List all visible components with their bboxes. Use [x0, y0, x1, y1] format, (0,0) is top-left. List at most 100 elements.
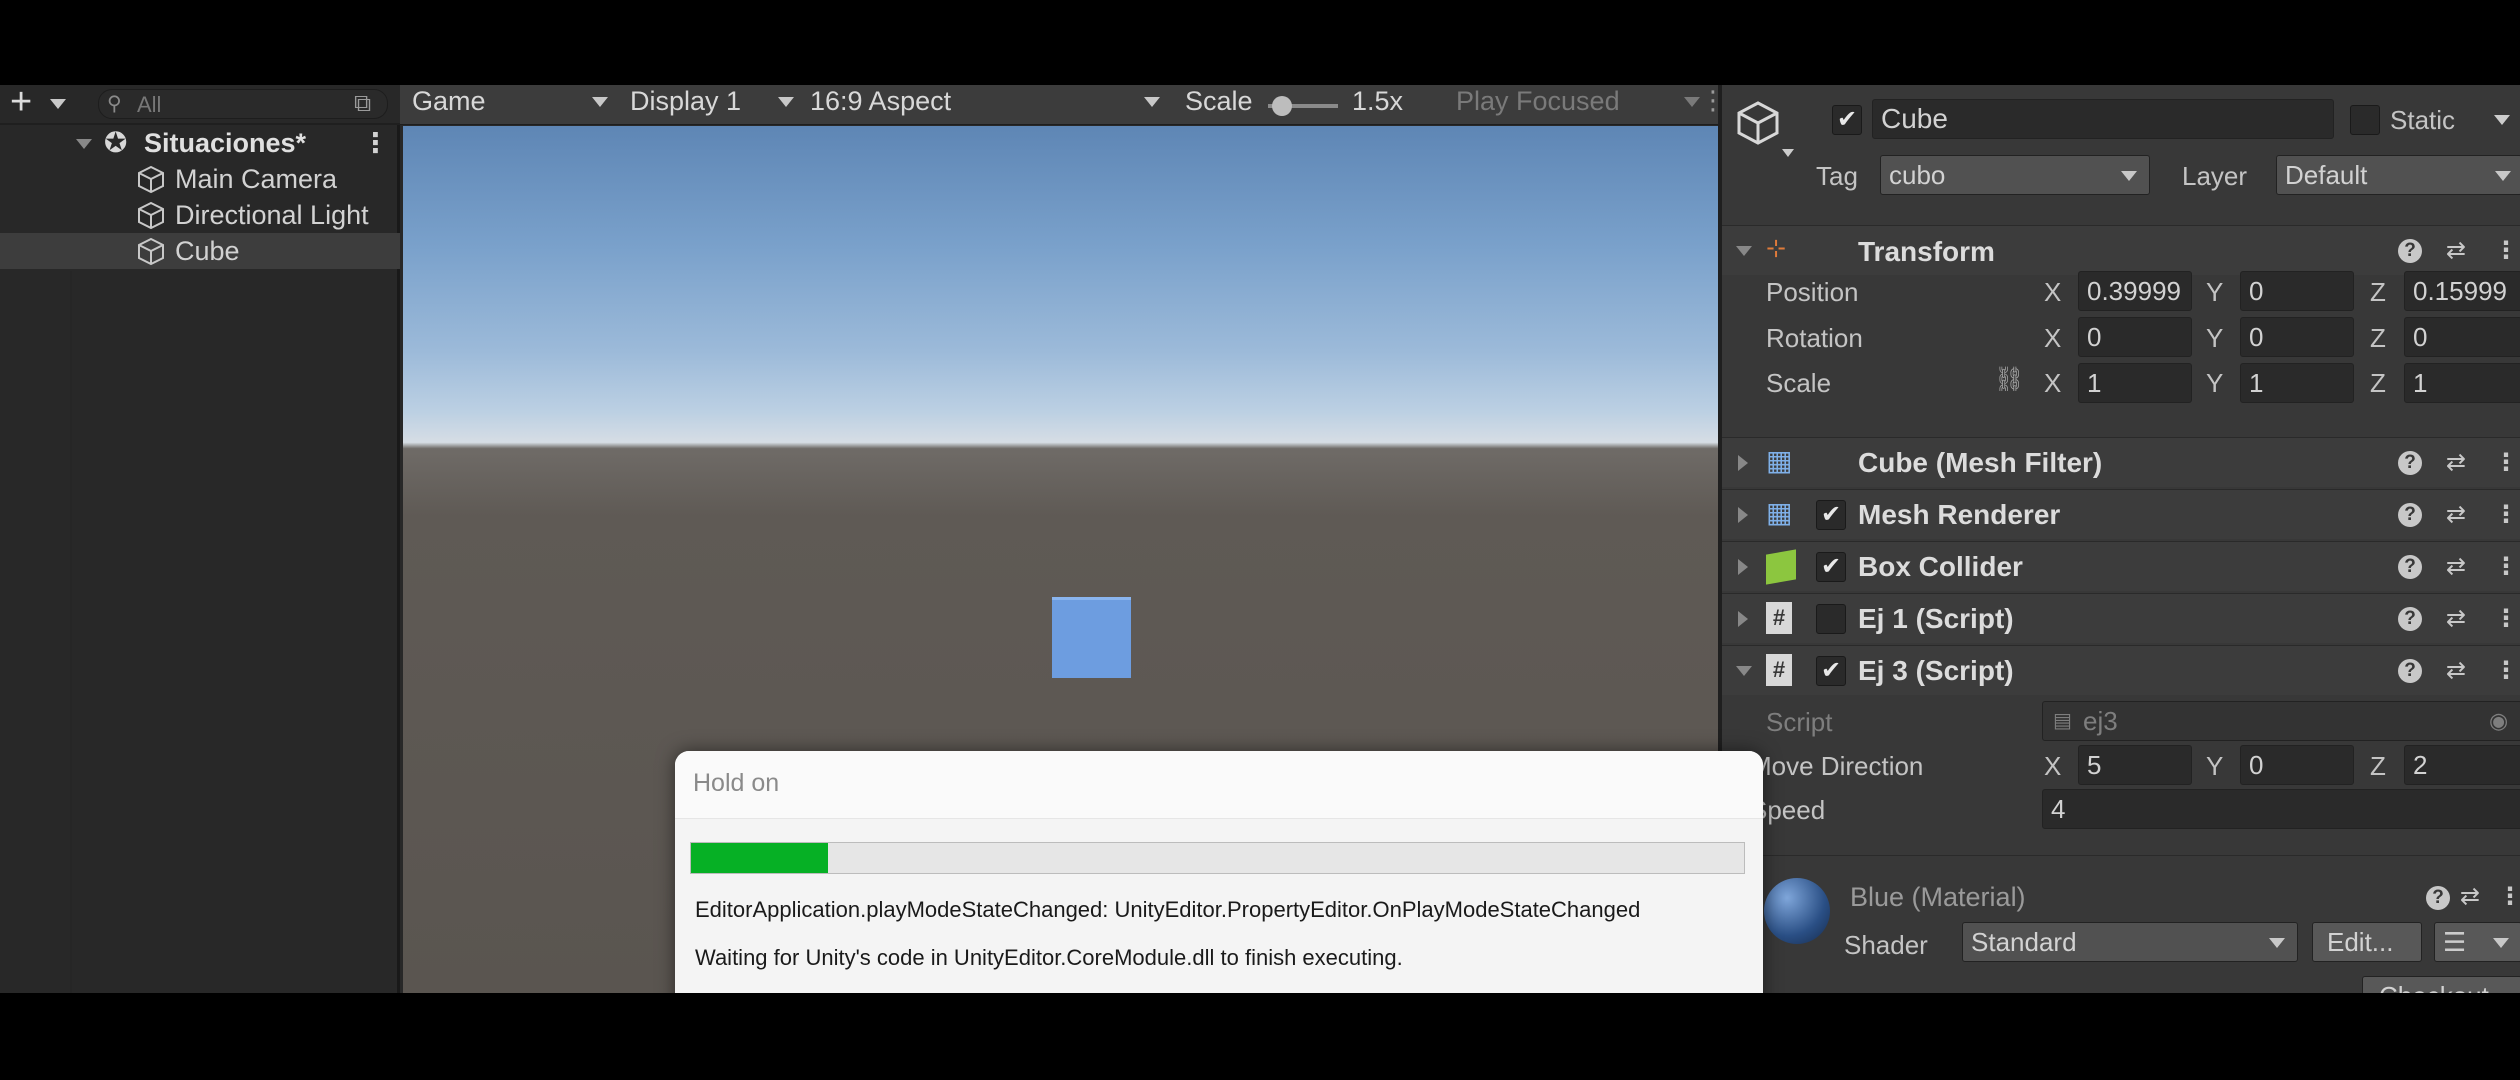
preset-icon[interactable]: ⇄: [2446, 656, 2466, 685]
script-file-icon: ▤: [2053, 710, 2072, 732]
collapse-arrow-icon[interactable]: [76, 139, 92, 149]
position-y-field[interactable]: 0: [2240, 271, 2354, 311]
chevron-down-icon: [2121, 171, 2137, 181]
position-z-field[interactable]: 0.15999: [2404, 271, 2520, 311]
move-direction-label: Move Direction: [1750, 751, 1924, 781]
box-collider-checkbox[interactable]: ✔: [1816, 552, 1846, 582]
static-checkbox[interactable]: [2350, 105, 2380, 135]
unity-scene-icon: ✪: [104, 127, 128, 158]
object-name-field[interactable]: Cube: [1872, 99, 2334, 139]
dialog-progress-fill: [691, 843, 828, 873]
scale-y-field[interactable]: 1: [2240, 363, 2354, 403]
add-button[interactable]: +: [10, 85, 32, 124]
help-icon[interactable]: ?: [2398, 239, 2422, 263]
preset-icon[interactable]: ⇄: [2446, 604, 2466, 633]
add-dropdown-icon[interactable]: [50, 99, 66, 109]
shader-select[interactable]: Standard: [1962, 922, 2298, 962]
aspect-select[interactable]: 16:9 Aspect: [810, 85, 1170, 125]
unity-editor: + ⚲ All ⧉ ✪ Situaciones* ⋮ Main Camera D…: [0, 85, 2520, 993]
ej1-script-header[interactable]: # Ej 1 (Script) ? ⇄ ⋮: [1722, 593, 2520, 643]
preset-icon[interactable]: ⇄: [2446, 448, 2466, 477]
active-checkbox[interactable]: ✔: [1832, 105, 1862, 135]
expand-arrow-icon[interactable]: [1738, 455, 1748, 471]
collapse-arrow-icon[interactable]: [1736, 666, 1752, 676]
component-title: Cube (Mesh Filter): [1858, 447, 2103, 478]
expand-arrow-icon[interactable]: [1738, 611, 1748, 627]
scale-slider[interactable]: [1268, 96, 1338, 116]
preset-icon[interactable]: ⇄: [2446, 236, 2466, 265]
component-menu-icon[interactable]: ⋮: [2494, 656, 2518, 685]
shader-options-button[interactable]: ☰: [2434, 922, 2520, 962]
move-y-field[interactable]: 0: [2240, 745, 2354, 785]
component-menu-icon[interactable]: ⋮: [2498, 882, 2520, 911]
scale-z-field[interactable]: 1: [2404, 363, 2520, 403]
transform-header[interactable]: ⊹ Transform ? ⇄ ⋮: [1722, 225, 2520, 275]
static-dropdown-arrow[interactable]: [2494, 115, 2510, 125]
rotation-z-field[interactable]: 0: [2404, 317, 2520, 357]
help-icon[interactable]: ?: [2398, 503, 2422, 527]
scale-x-field[interactable]: 1: [2078, 363, 2192, 403]
icon-dropdown-arrow[interactable]: [1782, 149, 1794, 157]
ej3-body: Script ▤ ej3 ◉ Move Direction X 5 Y 0 Z …: [1722, 695, 2520, 855]
axis-x-label: X: [2044, 323, 2062, 353]
hierarchy-item-main-camera[interactable]: Main Camera: [0, 161, 400, 197]
speed-field[interactable]: 4: [2042, 789, 2520, 829]
expand-arrow-icon[interactable]: [1738, 507, 1748, 523]
static-label: Static: [2390, 105, 2456, 135]
preset-icon[interactable]: ⇄: [2446, 552, 2466, 581]
ej3-checkbox[interactable]: ✔: [1816, 656, 1846, 686]
axis-z-label: Z: [2370, 323, 2386, 353]
checkout-button[interactable]: Checkout: [2362, 976, 2520, 993]
rotation-y-field[interactable]: 0: [2240, 317, 2354, 357]
collapse-arrow-icon[interactable]: [1736, 246, 1752, 256]
component-menu-icon[interactable]: ⋮: [2494, 552, 2518, 581]
tag-label: Tag: [1816, 161, 1858, 191]
help-icon[interactable]: ?: [2398, 659, 2422, 683]
layer-select[interactable]: Default: [2276, 155, 2520, 195]
hierarchy-item-cube[interactable]: Cube: [0, 233, 400, 269]
component-menu-icon[interactable]: ⋮: [2494, 500, 2518, 529]
help-icon[interactable]: ?: [2398, 451, 2422, 475]
edit-shader-button[interactable]: Edit...: [2312, 922, 2422, 962]
hierarchy-search-input[interactable]: ⚲ All ⧉: [98, 89, 388, 119]
scene-menu-icon[interactable]: ⋮: [362, 125, 389, 161]
hierarchy-panel: + ⚲ All ⧉ ✪ Situaciones* ⋮ Main Camera D…: [0, 85, 400, 993]
view-select[interactable]: Game: [412, 85, 622, 125]
component-menu-icon[interactable]: ⋮: [2494, 236, 2518, 265]
hierarchy-item-directional-light[interactable]: Directional Light: [0, 197, 400, 233]
axis-x-label: X: [2044, 368, 2062, 398]
mesh-renderer-checkbox[interactable]: ✔: [1816, 500, 1846, 530]
preset-icon[interactable]: ⇄: [2446, 500, 2466, 529]
material-preview-sphere: [1764, 878, 1830, 944]
box-collider-header[interactable]: ✔ Box Collider ? ⇄ ⋮: [1722, 541, 2520, 591]
help-icon[interactable]: ?: [2398, 555, 2422, 579]
component-menu-icon[interactable]: ⋮: [2494, 448, 2518, 477]
script-label: Script: [1766, 707, 1833, 737]
ej3-script-header[interactable]: # ✔ Ej 3 (Script) ? ⇄ ⋮: [1722, 645, 2520, 695]
hierarchy-item-label: Directional Light: [175, 200, 369, 230]
shader-label: Shader: [1844, 930, 1928, 960]
mesh-filter-header[interactable]: ▦ Cube (Mesh Filter) ? ⇄ ⋮: [1722, 437, 2520, 487]
position-x-field[interactable]: 0.39999: [2078, 271, 2192, 311]
move-x-field[interactable]: 5: [2078, 745, 2192, 785]
play-mode-select[interactable]: Play Focused: [1456, 85, 1700, 125]
transform-title: Transform: [1858, 236, 1995, 267]
object-picker-icon: ◉: [2489, 708, 2509, 733]
search-options-icon[interactable]: ⧉: [354, 90, 371, 118]
expand-arrow-icon[interactable]: [1738, 559, 1748, 575]
tag-select[interactable]: cubo: [1880, 155, 2150, 195]
mesh-renderer-header[interactable]: ▦ ✔ Mesh Renderer ? ⇄ ⋮: [1722, 489, 2520, 539]
move-z-field[interactable]: 2: [2404, 745, 2520, 785]
ej1-checkbox[interactable]: [1816, 604, 1846, 634]
help-icon[interactable]: ?: [2398, 607, 2422, 631]
component-menu-icon[interactable]: ⋮: [2494, 604, 2518, 633]
scale-slider-thumb[interactable]: [1272, 96, 1292, 116]
constrain-proportions-icon[interactable]: ⛓: [1994, 365, 2024, 394]
box-collider-icon: [1766, 549, 1796, 585]
hierarchy-toolbar: + ⚲ All ⧉: [0, 85, 400, 125]
preset-icon[interactable]: ⇄: [2460, 882, 2480, 911]
rotation-x-field[interactable]: 0: [2078, 317, 2192, 357]
display-select[interactable]: Display 1: [630, 85, 800, 125]
scene-row[interactable]: ✪ Situaciones* ⋮: [0, 125, 400, 161]
help-icon[interactable]: ?: [2426, 886, 2450, 910]
